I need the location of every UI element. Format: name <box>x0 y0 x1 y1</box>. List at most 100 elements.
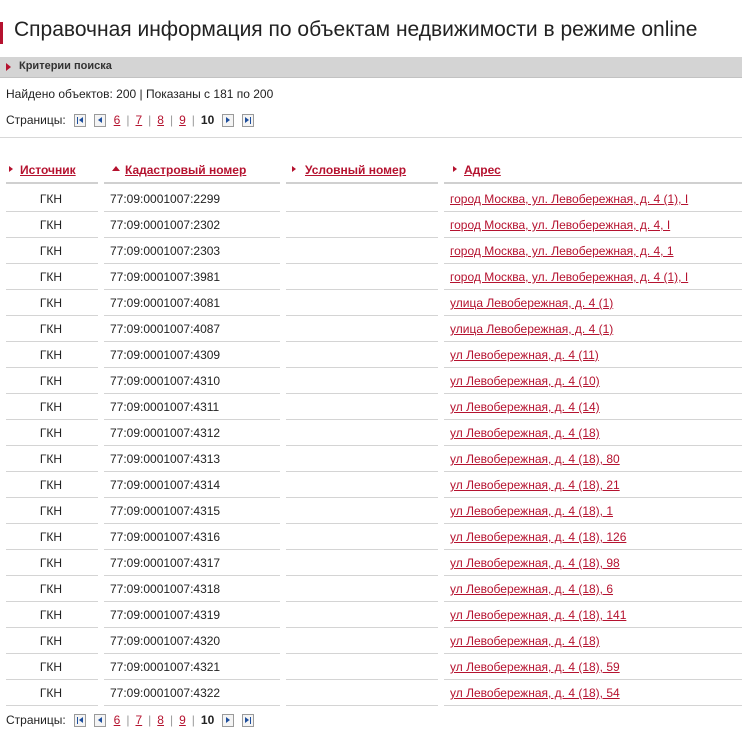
cell-cadastral-number: 77:09:0001007:4081 <box>110 296 221 310</box>
table-row: ГКН 77:09:0001007:4081 улица Левобережная,… <box>0 290 742 316</box>
first-page-icon[interactable] <box>73 713 86 727</box>
last-page-icon[interactable] <box>242 113 255 127</box>
results-summary: Найдено объектов: 200 | Показаны с 181 п… <box>6 87 274 101</box>
cell-cadastral-number: 77:09:0001007:2302 <box>110 218 221 232</box>
next-page-icon[interactable] <box>222 713 235 727</box>
pager-separator: | <box>169 713 174 727</box>
cell-address-link[interactable]: ул Левобережная, д. 4 (18) <box>450 426 690 440</box>
cell-cadastral-number: 77:09:0001007:3981 <box>110 270 221 284</box>
last-page-icon[interactable] <box>242 713 255 727</box>
cell-address-link[interactable]: улица Левобережная, д. 4 (1) <box>450 322 690 336</box>
cell-address-link[interactable]: ул Левобережная, д. 4 (18), 21 <box>450 478 690 492</box>
table-row: ГКН 77:09:0001007:2299 город Москва, ул. Л… <box>0 186 742 212</box>
triangle-right-icon <box>9 166 13 172</box>
cell-cadastral-number: 77:09:0001007:4314 <box>110 478 221 492</box>
page-link-7[interactable]: 7 <box>135 713 142 727</box>
cell-cadastral-number: 77:09:0001007:4318 <box>110 582 221 596</box>
cell-cadastral-number: 77:09:0001007:4319 <box>110 608 221 622</box>
cell-address-link[interactable]: ул Левобережная, д. 4 (18), 141 <box>450 608 690 622</box>
first-page-icon[interactable] <box>73 113 86 127</box>
table-row: ГКН 77:09:0001007:4316 ул Левобережная, д.… <box>0 524 742 550</box>
column-header-cadastral[interactable]: Кадастровый номер <box>104 160 280 184</box>
column-header-cadastral-label[interactable]: Кадастровый номер <box>125 163 246 177</box>
cell-cadastral-number: 77:09:0001007:4313 <box>110 452 221 466</box>
cell-address-link[interactable]: ул Левобережная, д. 4 (18), 6 <box>450 582 690 596</box>
cell-address-link[interactable]: ул Левобережная, д. 4 (18) <box>450 634 690 648</box>
cell-source: ГКН <box>39 530 63 544</box>
cell-source: ГКН <box>39 426 63 440</box>
previous-page-icon[interactable] <box>93 713 106 727</box>
table-row: ГКН 77:09:0001007:3981 город Москва, ул. Л… <box>0 264 742 290</box>
table-row: ГКН 77:09:0001007:2303 город Москва, ул. Л… <box>0 238 742 264</box>
row-divider <box>286 705 438 706</box>
search-criteria-toggle[interactable]: Критерии поиска <box>0 57 742 78</box>
cell-cadastral-number: 77:09:0001007:4321 <box>110 660 221 674</box>
cell-source: ГКН <box>39 634 63 648</box>
cell-source: ГКН <box>39 400 63 414</box>
cell-cadastral-number: 77:09:0001007:4310 <box>110 374 221 388</box>
cell-cadastral-number: 77:09:0001007:4320 <box>110 634 221 648</box>
pager-separator: | <box>148 713 152 727</box>
cell-address-link[interactable]: ул Левобережная, д. 4 (18), 54 <box>450 686 690 700</box>
page-link-9[interactable]: 9 <box>179 113 186 127</box>
cell-address-link[interactable]: город Москва, ул. Левобережная, д. 4, 1 <box>450 244 690 258</box>
title-accent-bar <box>0 22 3 44</box>
page-link-6[interactable]: 6 <box>114 113 121 127</box>
previous-page-icon[interactable] <box>93 113 106 127</box>
table-row: ГКН 77:09:0001007:4087 улица Левобережная,… <box>0 316 742 342</box>
cell-source: ГКН <box>39 608 63 622</box>
row-divider <box>6 705 98 706</box>
table-row: ГКН 77:09:0001007:4319 ул Левобережная, д.… <box>0 602 742 628</box>
cell-source: ГКН <box>39 322 63 336</box>
cell-address-link[interactable]: ул Левобережная, д. 4 (18), 98 <box>450 556 690 570</box>
pager-separator: | <box>148 113 152 127</box>
cell-address-link[interactable]: город Москва, ул. Левобережная, д. 4 (1)… <box>450 270 690 284</box>
column-header-conditional[interactable]: Условный номер <box>286 160 438 184</box>
next-page-icon[interactable] <box>222 113 235 127</box>
table-row: ГКН 77:09:0001007:4315 ул Левобережная, д.… <box>0 498 742 524</box>
pager-separator: | <box>169 113 174 127</box>
pager-separator: | <box>191 713 195 727</box>
page-link-9[interactable]: 9 <box>179 713 186 727</box>
table-row: ГКН 77:09:0001007:4314 ул Левобережная, д.… <box>0 472 742 498</box>
table-row: ГКН 77:09:0001007:4317 ул Левобережная, д.… <box>0 550 742 576</box>
table-row: ГКН 77:09:0001007:4309 ул Левобережная, д.… <box>0 342 742 368</box>
pager-bottom: Страницы: 6 | 7 | 8 | 9 | 10 <box>6 712 262 728</box>
triangle-right-icon <box>6 63 11 71</box>
table-row: ГКН 77:09:0001007:2302 город Москва, ул. Л… <box>0 212 742 238</box>
column-header-address[interactable]: Адрес <box>444 160 742 184</box>
results-table: ГКН 77:09:0001007:2299 город Москва, ул. Л… <box>0 186 742 706</box>
column-header-conditional-label[interactable]: Условный номер <box>305 163 406 177</box>
column-header-source[interactable]: Источник <box>6 160 98 184</box>
pager-separator: | <box>191 113 195 127</box>
table-row: ГКН 77:09:0001007:4321 ул Левобережная, д.… <box>0 654 742 680</box>
cell-cadastral-number: 77:09:0001007:4311 <box>110 400 220 414</box>
cell-address-link[interactable]: ул Левобережная, д. 4 (14) <box>450 400 690 414</box>
page-link-6[interactable]: 6 <box>114 713 121 727</box>
cell-source: ГКН <box>39 660 63 674</box>
page-title: Справочная информация по объектам недвиж… <box>14 18 698 41</box>
cell-cadastral-number: 77:09:0001007:2299 <box>110 192 221 206</box>
cell-source: ГКН <box>39 348 63 362</box>
cell-address-link[interactable]: ул Левобережная, д. 4 (18), 126 <box>450 530 690 544</box>
cell-address-link[interactable]: ул Левобережная, д. 4 (11) <box>450 348 690 362</box>
cell-address-link[interactable]: город Москва, ул. Левобережная, д. 4 (1)… <box>450 192 690 206</box>
page-link-7[interactable]: 7 <box>135 113 142 127</box>
column-header-address-label[interactable]: Адрес <box>464 163 501 177</box>
cell-cadastral-number: 77:09:0001007:4312 <box>110 426 221 440</box>
pager-separator: | <box>126 113 130 127</box>
column-header-source-label[interactable]: Источник <box>20 163 76 177</box>
cell-address-link[interactable]: город Москва, ул. Левобережная, д. 4, I <box>450 218 690 232</box>
page-link-8[interactable]: 8 <box>157 713 164 727</box>
cell-address-link[interactable]: ул Левобережная, д. 4 (18), 1 <box>450 504 690 518</box>
cell-source: ГКН <box>39 244 63 258</box>
cell-address-link[interactable]: улица Левобережная, д. 4 (1) <box>450 296 690 310</box>
cell-address-link[interactable]: ул Левобережная, д. 4 (18), 59 <box>450 660 690 674</box>
section-divider <box>0 137 742 138</box>
cell-source: ГКН <box>39 296 63 310</box>
cell-address-link[interactable]: ул Левобережная, д. 4 (18), 80 <box>450 452 690 466</box>
cell-address-link[interactable]: ул Левобережная, д. 4 (10) <box>450 374 690 388</box>
page-link-8[interactable]: 8 <box>157 113 164 127</box>
cell-cadastral-number: 77:09:0001007:4309 <box>110 348 221 362</box>
table-row: ГКН 77:09:0001007:4318 ул Левобережная, д.… <box>0 576 742 602</box>
